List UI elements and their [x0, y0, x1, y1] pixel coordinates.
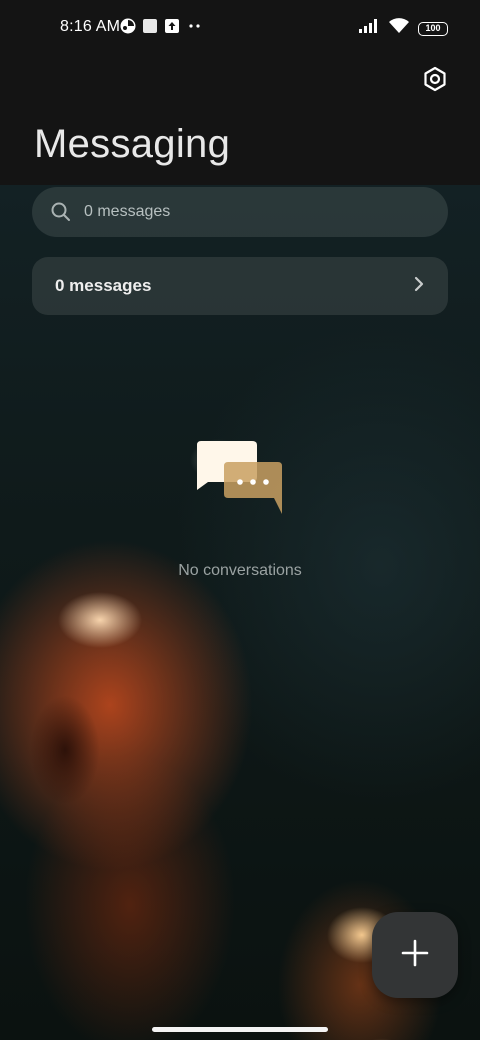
messages-card-label: 0 messages	[55, 276, 152, 295]
upload-icon	[164, 18, 180, 39]
wifi-icon	[388, 18, 410, 39]
status-bar: 8:16 AM 100	[0, 0, 480, 56]
more-dots-icon	[186, 18, 204, 39]
wallpaper-shadow	[30, 695, 100, 805]
square-notification-icon	[142, 18, 158, 39]
signal-icon	[358, 18, 380, 39]
messages-card[interactable]: 0 messages	[32, 257, 448, 315]
settings-hexagon-icon	[422, 66, 448, 97]
empty-state-text: No conversations	[178, 562, 302, 579]
page-title: Messaging	[34, 122, 231, 166]
new-conversation-button[interactable]	[372, 912, 458, 998]
home-indicator[interactable]	[152, 1027, 328, 1032]
status-icons-left	[120, 18, 204, 39]
plus-icon	[400, 938, 430, 973]
search-icon	[50, 201, 72, 223]
status-time: 8:16 AM	[60, 18, 121, 35]
header: 8:16 AM 100 Messaging	[0, 0, 480, 185]
chat-bubbles-icon	[196, 438, 286, 518]
search-bar[interactable]	[32, 187, 448, 237]
chevron-right-icon	[412, 275, 426, 298]
status-icons-right: 100	[358, 18, 448, 39]
pinwheel-icon	[120, 18, 136, 39]
messaging-screen: 8:16 AM 100 Messaging 0 messages 0 messa…	[0, 0, 480, 1040]
settings-button[interactable]	[420, 66, 450, 96]
search-input[interactable]	[82, 202, 448, 222]
battery-icon: 100	[418, 21, 448, 36]
